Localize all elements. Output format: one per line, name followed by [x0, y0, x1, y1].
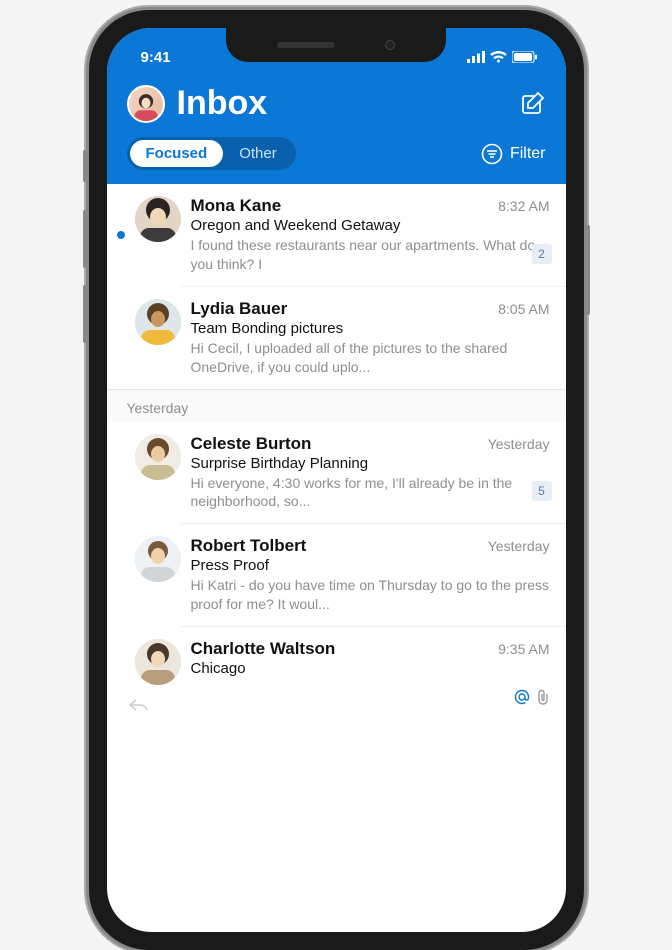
- email-subject: Surprise Birthday Planning: [191, 455, 550, 472]
- email-time: Yesterday: [488, 436, 550, 452]
- email-content: Charlotte Waltson 9:35 AM Chicago: [191, 639, 550, 685]
- filter-button[interactable]: Filter: [481, 143, 546, 165]
- phone-volume-down: [83, 285, 87, 343]
- status-indicators: [467, 51, 538, 63]
- account-avatar[interactable]: [127, 85, 165, 123]
- count-badge: 2: [532, 244, 552, 264]
- spacer: [117, 299, 125, 377]
- email-row[interactable]: Robert Tolbert Yesterday Press Proof Hi …: [107, 524, 566, 626]
- section-header-yesterday: Yesterday: [107, 389, 566, 422]
- reply-icon: [127, 696, 151, 719]
- email-sender: Charlotte Waltson: [191, 639, 491, 659]
- app-screen: 9:41 Inbox Focused Other: [107, 28, 566, 932]
- phone-volume-up: [83, 210, 87, 268]
- email-preview: I found these restaurants near our apart…: [191, 236, 550, 274]
- filter-label: Filter: [510, 145, 546, 163]
- email-sender: Mona Kane: [191, 196, 491, 216]
- status-time: 9:41: [141, 49, 171, 66]
- spacer: [117, 434, 125, 512]
- email-sender: Celeste Burton: [191, 434, 480, 454]
- sender-avatar: [135, 536, 181, 582]
- sender-avatar: [135, 196, 181, 242]
- email-preview: Hi Katri - do you have time on Thursday …: [191, 576, 550, 614]
- email-row[interactable]: Charlotte Waltson 9:35 AM Chicago: [107, 627, 566, 715]
- email-preview: Hi everyone, 4:30 works for me, I'll alr…: [191, 474, 550, 512]
- filter-icon: [481, 143, 503, 165]
- battery-icon: [512, 51, 538, 63]
- inbox-tab-segmented: Focused Other: [127, 137, 296, 170]
- email-row[interactable]: Mona Kane 8:32 AM Oregon and Weekend Get…: [107, 184, 566, 286]
- cellular-signal-icon: [467, 51, 485, 63]
- count-badge: 5: [532, 481, 552, 501]
- email-time: 9:35 AM: [498, 641, 549, 657]
- sender-avatar: [135, 434, 181, 480]
- email-content: Lydia Bauer 8:05 AM Team Bonding picture…: [191, 299, 550, 377]
- email-subject: Oregon and Weekend Getaway: [191, 217, 550, 234]
- email-content: Robert Tolbert Yesterday Press Proof Hi …: [191, 536, 550, 614]
- email-sender: Lydia Bauer: [191, 299, 491, 319]
- sender-avatar: [135, 299, 181, 345]
- email-list[interactable]: Mona Kane 8:32 AM Oregon and Weekend Get…: [107, 184, 566, 715]
- email-sender: Robert Tolbert: [191, 536, 480, 556]
- compose-icon: [520, 91, 546, 117]
- attachment-icon: [536, 689, 550, 705]
- phone-speaker: [277, 42, 335, 48]
- email-row[interactable]: Celeste Burton Yesterday Surprise Birthd…: [107, 422, 566, 524]
- email-subject: Team Bonding pictures: [191, 320, 550, 337]
- spacer: [117, 536, 125, 614]
- email-preview: Hi Cecil, I uploaded all of the pictures…: [191, 339, 550, 377]
- wifi-icon: [490, 51, 507, 63]
- phone-camera: [385, 40, 395, 50]
- filter-row: Focused Other Filter: [107, 131, 566, 184]
- phone-frame: 9:41 Inbox Focused Other: [89, 10, 584, 950]
- email-subject: Press Proof: [191, 557, 550, 574]
- tab-other[interactable]: Other: [223, 140, 293, 167]
- header-main: Inbox: [107, 74, 566, 131]
- page-title: Inbox: [177, 84, 508, 123]
- email-content: Celeste Burton Yesterday Surprise Birthd…: [191, 434, 550, 512]
- email-content: Mona Kane 8:32 AM Oregon and Weekend Get…: [191, 196, 550, 274]
- email-attachment-indicators: [514, 689, 550, 705]
- sender-avatar: [135, 639, 181, 685]
- email-row[interactable]: Lydia Bauer 8:05 AM Team Bonding picture…: [107, 287, 566, 389]
- mention-icon: [514, 689, 530, 705]
- email-time: 8:32 AM: [498, 198, 549, 214]
- unread-indicator: [117, 231, 125, 239]
- email-time: Yesterday: [488, 538, 550, 554]
- email-time: 8:05 AM: [498, 301, 549, 317]
- compose-button[interactable]: [520, 91, 546, 117]
- email-subject: Chicago: [191, 660, 550, 677]
- spacer: [117, 639, 125, 685]
- phone-power-button: [586, 225, 590, 315]
- phone-notch: [226, 28, 446, 62]
- tab-focused[interactable]: Focused: [130, 140, 224, 167]
- phone-mute-switch: [83, 150, 87, 182]
